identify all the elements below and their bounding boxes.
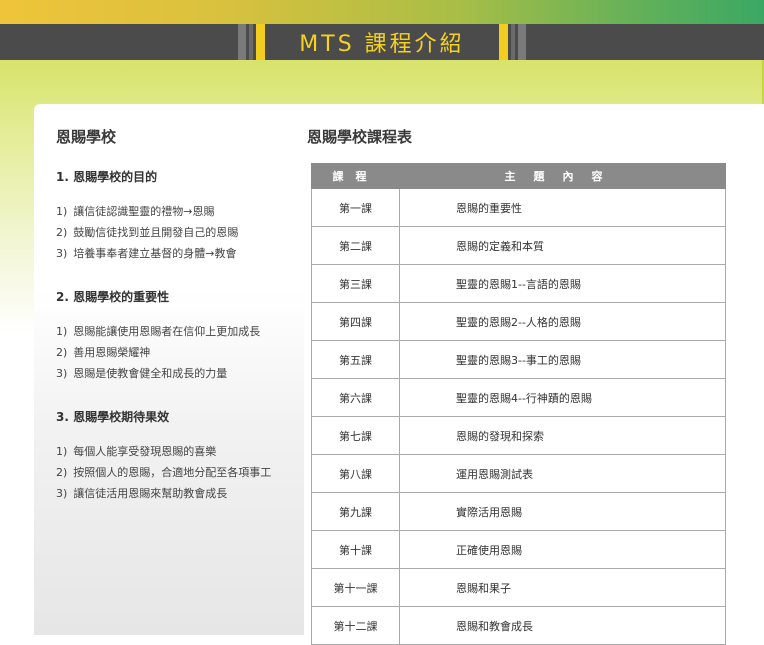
list-item-text: 恩賜是使教會健全和成長的力量 <box>73 367 228 380</box>
table-row: 第六課 聖靈的恩賜4--行神蹟的恩賜 <box>311 378 726 417</box>
school-sections: 1. 恩賜學校的目的 1) 讓信徒認識聖靈的禮物→恩賜 2) 鼓勵信徒找到並且開發自己的… <box>56 168 306 504</box>
section-list: 1) 每個人能享受發現恩賜的喜樂 2) 按照個人的恩賜，合適地分配至各項事工 3) 讓信徒… <box>56 441 306 504</box>
list-item: 1) 每個人能享受發現恩賜的喜樂 <box>56 441 306 462</box>
course-topic-cell: 聖靈的恩賜4--行神蹟的恩賜 <box>399 378 726 417</box>
course-number-cell: 第一課 <box>311 188 400 227</box>
list-item-text: 按照個人的恩賜，合適地分配至各項事工 <box>73 466 272 479</box>
course-topic-cell: 運用恩賜測試表 <box>399 454 726 493</box>
list-item: 3) 讓信徒活用恩賜來幫助教會成長 <box>56 483 306 504</box>
list-item-text: 讓信徒認識聖靈的禮物→恩賜 <box>73 205 215 218</box>
section-1: 1. 恩賜學校的目的 1) 讓信徒認識聖靈的禮物→恩賜 2) 鼓勵信徒找到並且開發自己的… <box>56 168 306 264</box>
course-table-body: 第一課 恩賜的重要性 第二課 恩賜的定義和本質 第三課 聖靈的恩賜1--言語的恩賜 第四課聖… <box>311 188 726 645</box>
course-number-cell: 第七課 <box>311 416 400 455</box>
table-row: 第三課 聖靈的恩賜1--言語的恩賜 <box>311 264 726 303</box>
course-topic-cell: 恩賜的發現和探索 <box>399 416 726 455</box>
list-item: 1) 讓信徒認識聖靈的禮物→恩賜 <box>56 201 306 222</box>
top-gradient-band <box>0 0 764 24</box>
list-item-number: 3) <box>56 247 68 260</box>
course-number-cell: 第十一課 <box>311 568 400 607</box>
course-number-cell: 第六課 <box>311 378 400 417</box>
section-list: 1) 恩賜能讓使用恩賜者在信仰上更加成長 2) 善用恩賜榮耀神 3) 恩賜是使教會健全和成… <box>56 321 306 384</box>
list-item: 2) 鼓勵信徒找到並且開發自己的恩賜 <box>56 222 306 243</box>
course-topic-cell: 恩賜和果子 <box>399 568 726 607</box>
list-item-number: 1) <box>56 205 68 218</box>
list-item: 2) 善用恩賜榮耀神 <box>56 342 306 363</box>
course-number-cell: 第二課 <box>311 226 400 265</box>
course-number-cell: 第四課 <box>311 302 400 341</box>
title-bar: MTS 課程介紹 <box>0 24 764 60</box>
list-item: 3) 培養事奉者建立基督的身體→教會 <box>56 243 306 264</box>
table-row: 第八課 運用恩賜測試表 <box>311 454 726 493</box>
section-heading: 1. 恩賜學校的目的 <box>56 170 158 184</box>
title-decoration-right <box>498 24 526 60</box>
course-number-cell: 第五課 <box>311 340 400 379</box>
list-item-number: 3) <box>56 487 68 500</box>
list-item-text: 每個人能享受發現恩賜的喜樂 <box>73 445 217 458</box>
list-item-number: 2) <box>56 466 68 479</box>
list-item-number: 1) <box>56 445 68 458</box>
table-row: 第九課 實際活用恩賜 <box>311 492 726 531</box>
table-row: 第四課 聖靈的恩賜2--人格的恩賜 <box>311 302 726 341</box>
table-row: 第二課 恩賜的定義和本質 <box>311 226 726 265</box>
list-item-text: 培養事奉者建立基督的身體→教會 <box>73 247 237 260</box>
page-title: MTS 課程介紹 <box>299 32 465 57</box>
table-row: 第五課 聖靈的恩賜3--事工的恩賜 <box>311 340 726 379</box>
header-course: 課程 <box>311 163 400 189</box>
course-number-cell: 第九課 <box>311 492 400 531</box>
list-item-number: 2) <box>56 346 68 359</box>
course-number-cell: 第三課 <box>311 264 400 303</box>
title-decoration-left <box>238 24 266 60</box>
schedule-title: 恩賜學校課程表 <box>307 128 413 146</box>
section-heading: 3. 恩賜學校期待果效 <box>56 410 170 424</box>
school-info: 恩賜學校 1. 恩賜學校的目的 1) 讓信徒認識聖靈的禮物→恩賜 2) 鼓勵信徒找到並且… <box>56 126 306 528</box>
course-topic-cell: 正確使用恩賜 <box>399 530 726 569</box>
course-table-header: 課程 主題內容 <box>311 163 726 189</box>
list-item: 2) 按照個人的恩賜，合適地分配至各項事工 <box>56 462 306 483</box>
list-item-text: 善用恩賜榮耀神 <box>73 346 151 359</box>
list-item-number: 2) <box>56 226 68 239</box>
table-row: 第七課 恩賜的發現和探索 <box>311 416 726 455</box>
list-item: 3) 恩賜是使教會健全和成長的力量 <box>56 363 306 384</box>
list-item-text: 鼓勵信徒找到並且開發自己的恩賜 <box>73 226 239 239</box>
section-heading: 2. 恩賜學校的重要性 <box>56 290 170 304</box>
course-number-cell: 第八課 <box>311 454 400 493</box>
list-item-number: 3) <box>56 367 68 380</box>
table-row: 第一課 恩賜的重要性 <box>311 188 726 227</box>
list-item-number: 1) <box>56 325 68 338</box>
course-number-cell: 第十二課 <box>311 606 400 645</box>
list-item: 1) 恩賜能讓使用恩賜者在信仰上更加成長 <box>56 321 306 342</box>
course-topic-cell: 實際活用恩賜 <box>399 492 726 531</box>
course-topic-cell: 聖靈的恩賜1--言語的恩賜 <box>399 264 726 303</box>
table-row: 第十課 正確使用恩賜 <box>311 530 726 569</box>
section-3: 3. 恩賜學校期待果效 1) 每個人能享受發現恩賜的喜樂 2) 按照個人的恩賜，合適地分… <box>56 408 306 504</box>
list-item-text: 恩賜能讓使用恩賜者在信仰上更加成長 <box>73 325 261 338</box>
course-topic-cell: 聖靈的恩賜3--事工的恩賜 <box>399 340 726 379</box>
course-table: 課程 主題內容 第一課 恩賜的重要性 第二課 恩賜的定義和本質 第三課 聖靈的恩賜1--言… <box>311 163 726 645</box>
course-number-cell: 第十課 <box>311 530 400 569</box>
header-topic: 主題內容 <box>399 163 726 189</box>
course-topic-cell: 恩賜的定義和本質 <box>399 226 726 265</box>
course-topic-cell: 聖靈的恩賜2--人格的恩賜 <box>399 302 726 341</box>
section-list: 1) 讓信徒認識聖靈的禮物→恩賜 2) 鼓勵信徒找到並且開發自己的恩賜 3) 培養事奉者建… <box>56 201 306 264</box>
course-topic-cell: 恩賜和教會成長 <box>399 606 726 645</box>
table-row: 第十一課 恩賜和果子 <box>311 568 726 607</box>
section-2: 2. 恩賜學校的重要性 1) 恩賜能讓使用恩賜者在信仰上更加成長 2) 善用恩賜榮耀神 3… <box>56 288 306 384</box>
table-row: 第十二課 恩賜和教會成長 <box>311 606 726 645</box>
course-topic-cell: 恩賜的重要性 <box>399 188 726 227</box>
school-title: 恩賜學校 <box>56 128 117 146</box>
list-item-text: 讓信徒活用恩賜來幫助教會成長 <box>73 487 228 500</box>
